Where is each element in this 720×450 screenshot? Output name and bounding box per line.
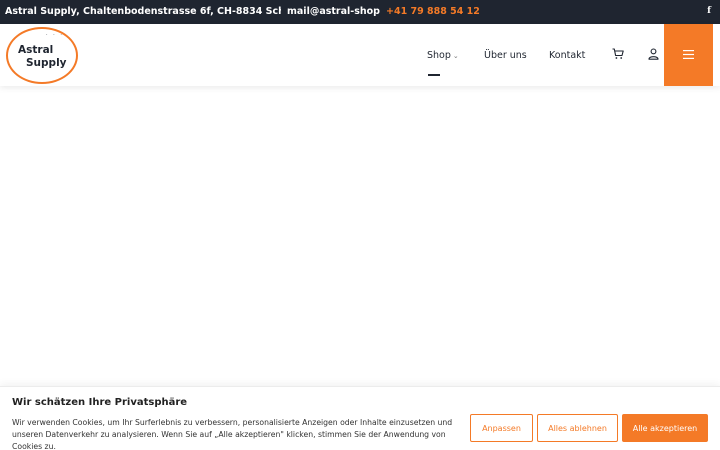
cart-icon[interactable] — [612, 48, 624, 60]
company-address: Astral Supply, Chaltenbodenstrasse 6f, C… — [5, 6, 281, 17]
menu-toggle-button[interactable] — [664, 24, 713, 86]
accept-all-button[interactable]: Alle akzeptieren — [622, 414, 708, 442]
menu-icon — [683, 50, 694, 59]
cookie-title: Wir schätzen Ihre Privatsphäre — [12, 397, 188, 408]
nav-item-kontakt[interactable]: Kontakt — [549, 50, 585, 61]
nav-item-shop-label: Shop — [427, 50, 451, 61]
customize-button[interactable]: Anpassen — [470, 414, 533, 442]
cookie-consent-banner: Wir schätzen Ihre Privatsphäre Wir verwe… — [0, 386, 720, 450]
cookie-text: Wir verwenden Cookies, um Ihr Surferlebn… — [12, 418, 453, 450]
user-icon[interactable] — [648, 48, 659, 60]
nav-item-ueber-uns[interactable]: Über uns — [484, 50, 527, 61]
top-info-bar: Astral Supply, Chaltenbodenstrasse 6f, C… — [0, 0, 720, 24]
facebook-icon[interactable]: f — [707, 6, 711, 16]
nav-item-shop[interactable]: Shop ⌄ — [427, 50, 459, 61]
nav-active-underline — [428, 74, 440, 76]
main-navigation: Shop ⌄ Über uns Kontakt — [0, 24, 720, 86]
phone-link[interactable]: +41 79 888 54 12 — [386, 6, 480, 17]
chevron-down-icon: ⌄ — [452, 52, 459, 60]
reject-all-button[interactable]: Alles ablehnen — [537, 414, 618, 442]
email-link[interactable]: mail@astral-shop.ch — [287, 6, 380, 17]
